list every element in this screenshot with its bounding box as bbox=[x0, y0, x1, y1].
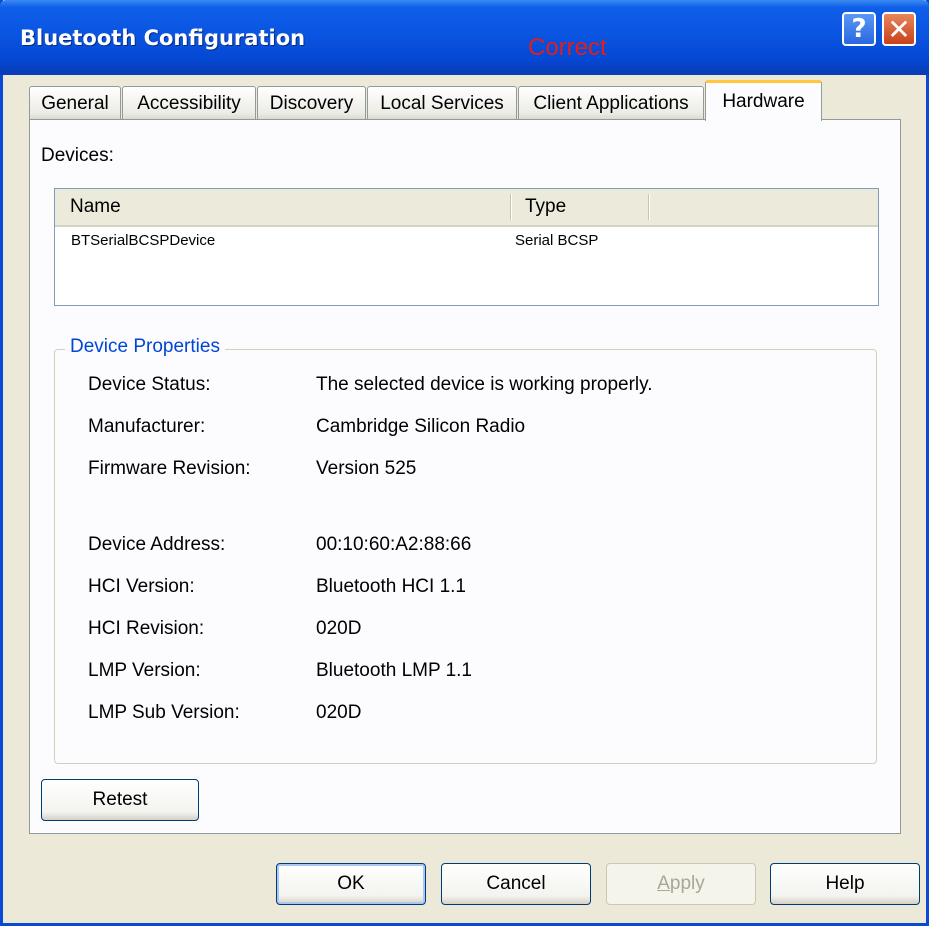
manufacturer-label: Manufacturer: bbox=[88, 416, 206, 437]
device-properties-title: Device Properties bbox=[65, 336, 225, 358]
title-bar[interactable]: Bluetooth Configuration Correct ? ✕ bbox=[0, 0, 929, 75]
device-status-value: The selected device is working properly. bbox=[316, 374, 653, 395]
tab-strip: General Accessibility Discovery Local Se… bbox=[29, 80, 929, 121]
hci-revision-label: HCI Revision: bbox=[88, 618, 205, 639]
firmware-revision-label: Firmware Revision: bbox=[88, 458, 251, 479]
lmp-sub-version-label: LMP Sub Version: bbox=[88, 702, 240, 723]
column-header-type[interactable]: Type bbox=[513, 189, 648, 225]
column-separator[interactable] bbox=[510, 194, 512, 220]
devices-list[interactable]: Name Type BTSerialBCSPDevice Serial BCSP bbox=[54, 188, 879, 306]
device-status-label: Device Status: bbox=[88, 374, 211, 395]
apply-button[interactable]: Apply bbox=[606, 863, 756, 905]
manufacturer-value: Cambridge Silicon Radio bbox=[316, 416, 526, 437]
apply-button-label: Apply bbox=[657, 873, 705, 894]
help-button[interactable]: Help bbox=[770, 863, 920, 905]
device-type-cell: Serial BCSP bbox=[515, 232, 599, 249]
device-address-label: Device Address: bbox=[88, 534, 226, 555]
hci-version-label: HCI Version: bbox=[88, 576, 195, 597]
device-address-value: 00:10:60:A2:88:66 bbox=[316, 534, 472, 555]
lmp-sub-version-value: 020D bbox=[316, 702, 362, 723]
device-name-cell: BTSerialBCSPDevice bbox=[71, 232, 216, 249]
device-properties-group: Device Properties Device Status: The sel… bbox=[54, 336, 877, 764]
tab-local-services[interactable]: Local Services bbox=[367, 86, 517, 120]
lmp-version-value: Bluetooth LMP 1.1 bbox=[316, 660, 472, 681]
devices-label: Devices: bbox=[41, 145, 114, 166]
tab-general[interactable]: General bbox=[29, 86, 121, 120]
close-icon[interactable]: ✕ bbox=[882, 12, 916, 46]
help-icon[interactable]: ? bbox=[842, 12, 876, 46]
window-title: Bluetooth Configuration bbox=[20, 26, 306, 50]
tab-accessibility[interactable]: Accessibility bbox=[122, 86, 256, 120]
column-header-name[interactable]: Name bbox=[58, 189, 508, 225]
devices-list-header: Name Type bbox=[55, 189, 878, 227]
tab-hardware[interactable]: Hardware bbox=[705, 80, 822, 121]
correct-annotation: Correct bbox=[528, 34, 607, 61]
hci-version-value: Bluetooth HCI 1.1 bbox=[316, 576, 466, 597]
ok-button[interactable]: OK bbox=[276, 863, 426, 905]
lmp-version-label: LMP Version: bbox=[88, 660, 201, 681]
firmware-revision-value: Version 525 bbox=[316, 458, 417, 479]
tab-client-applications[interactable]: Client Applications bbox=[518, 86, 704, 120]
retest-button[interactable]: Retest bbox=[41, 779, 199, 821]
hardware-tab-panel: Devices: Name Type BTSerialBCSPDevice Se… bbox=[29, 119, 901, 834]
bluetooth-configuration-window: Bluetooth Configuration Correct ? ✕ Gene… bbox=[0, 0, 929, 926]
tab-discovery[interactable]: Discovery bbox=[257, 86, 366, 120]
cancel-button[interactable]: Cancel bbox=[441, 863, 591, 905]
table-row[interactable]: BTSerialBCSPDevice Serial BCSP bbox=[55, 229, 878, 255]
hci-revision-value: 020D bbox=[316, 618, 362, 639]
column-separator[interactable] bbox=[648, 194, 650, 220]
